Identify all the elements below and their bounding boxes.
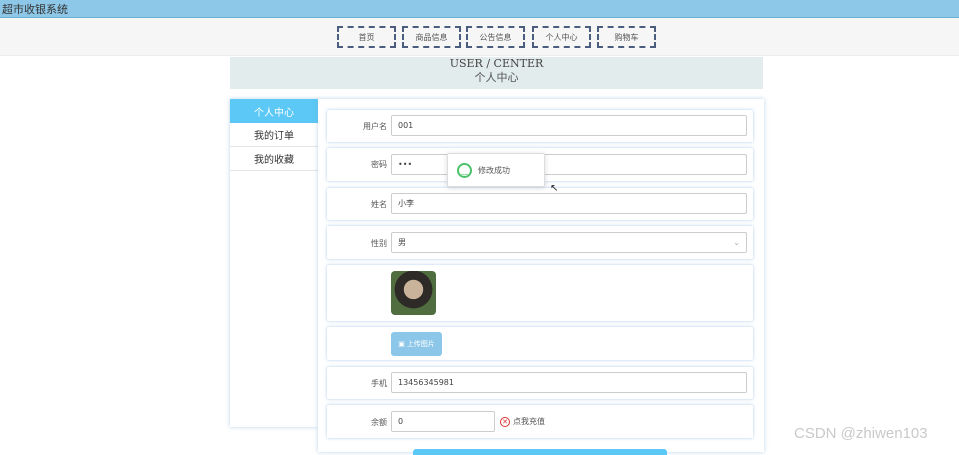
name-input[interactable]: 小李 [391,193,747,214]
form-row-avatar [327,265,753,321]
gender-select[interactable]: 男 ⌄ [391,232,747,253]
form-row-username: 用户名 001 [327,110,753,142]
password-label: 密码 [371,160,387,169]
upload-image-button[interactable]: ▣ 上传图片 [391,332,442,356]
name-label: 姓名 [371,200,387,209]
form-row-phone: 手机 13456345981 [327,367,753,399]
username-label: 用户名 [363,122,387,131]
toast-message: 修改成功 [478,165,510,175]
form-row-upload: ▣ 上传图片 [327,327,753,360]
page-banner: USER / CENTER 个人中心 [230,57,763,89]
username-input[interactable]: 001 [391,115,747,136]
nav-item-user-center[interactable]: 个人中心 [532,26,591,48]
nav-item-cart[interactable]: 购物车 [597,26,656,48]
avatar [391,271,436,315]
nav-item-notices[interactable]: 公告信息 [466,26,525,48]
submit-button[interactable] [413,449,667,455]
gender-selected-value: 男 [398,238,406,247]
balance-label: 余额 [371,418,387,427]
app-title: 超市收银系统 [2,3,68,16]
smile-icon: ‿ [457,162,472,178]
success-toast: ‿ 修改成功 [447,153,545,187]
top-navbar: 首页 商品信息 公告信息 个人中心 购物车 [0,18,959,56]
sidebar: 个人中心 我的订单 我的收藏 [230,99,318,427]
nav-item-products[interactable]: 商品信息 [402,26,461,48]
camera-icon: ▣ [398,340,405,348]
app-titlebar: 超市收银系统 [0,0,959,18]
sidebar-item-my-orders[interactable]: 我的订单 [230,123,318,147]
recharge-link[interactable]: ✕ 点我充值 [500,416,545,427]
upload-image-label: 上传图片 [406,340,435,348]
nav-item-home[interactable]: 首页 [337,26,396,48]
profile-form-panel: 用户名 001 密码 ••• 姓名 小李 性别 男 ⌄ ▣ 上传图片 手机 13… [318,99,764,452]
sidebar-item-my-favorites[interactable]: 我的收藏 [230,147,318,171]
banner-title-en: USER / CENTER [449,57,544,70]
recharge-label: 点我充值 [513,417,545,426]
sidebar-item-user-center[interactable]: 个人中心 [230,99,318,123]
form-row-balance: 余额 0 ✕ 点我充值 [327,405,753,438]
phone-input[interactable]: 13456345981 [391,372,747,393]
password-input[interactable]: ••• [391,154,747,175]
mouse-cursor-icon: ↖ [550,183,559,194]
form-row-name: 姓名 小李 [327,188,753,220]
gender-label: 性别 [371,239,387,248]
phone-label: 手机 [371,379,387,388]
form-row-gender: 性别 男 ⌄ [327,226,753,259]
watermark: CSDN @zhiwen103 [794,425,928,442]
chevron-down-icon: ⌄ [733,238,740,247]
recharge-icon: ✕ [500,416,510,427]
balance-input[interactable]: 0 [391,411,495,432]
banner-title-cn: 个人中心 [474,71,519,84]
